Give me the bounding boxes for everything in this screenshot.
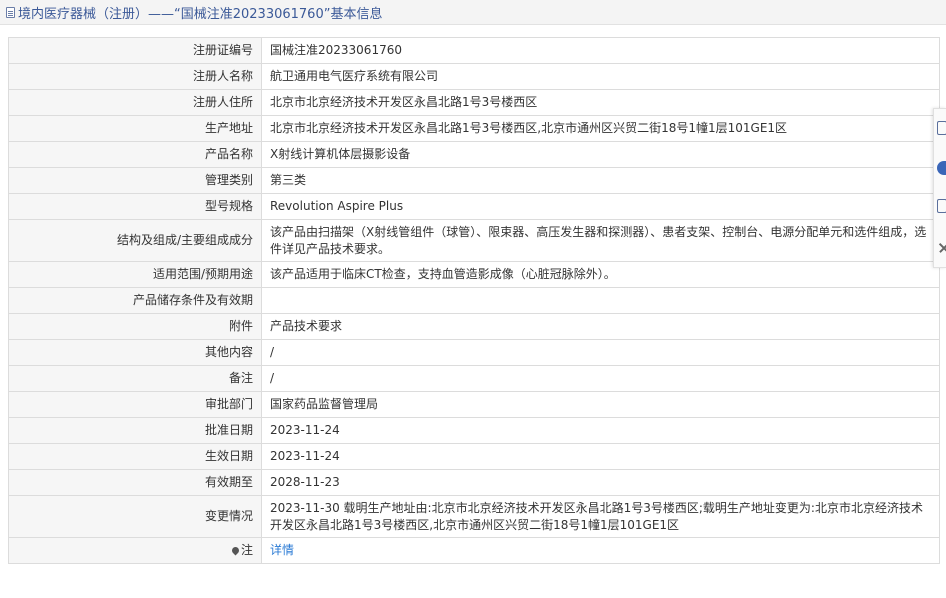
details-link[interactable]: 详情 xyxy=(270,543,294,557)
table-row: 附件 产品技术要求 xyxy=(8,313,940,340)
row-label: 生效日期 xyxy=(8,443,262,470)
row-label: 有效期至 xyxy=(8,469,262,496)
row-value: 产品技术要求 xyxy=(261,313,940,340)
row-value: / xyxy=(261,339,940,366)
info-table: 注册证编号 国械注准20233061760 注册人名称 航卫通用电气医疗系统有限… xyxy=(8,37,940,564)
note-label-cell: 注 xyxy=(8,537,262,564)
row-value: 2028-11-23 xyxy=(261,469,940,496)
row-value: 航卫通用电气医疗系统有限公司 xyxy=(261,63,940,90)
table-row: 备注 / xyxy=(8,365,940,392)
row-value: 北京市北京经济技术开发区永昌北路1号3号楼西区 xyxy=(261,89,940,116)
row-label: 产品储存条件及有效期 xyxy=(8,287,262,314)
table-row: 注 详情 xyxy=(8,537,940,564)
table-row: 产品储存条件及有效期 xyxy=(8,287,940,314)
pin-icon xyxy=(230,545,241,556)
page-title: 境内医疗器械（注册）——“国械注准20233061760”基本信息 xyxy=(18,6,383,22)
table-row: 生效日期 2023-11-24 xyxy=(8,443,940,470)
note-value-cell: 详情 xyxy=(261,537,940,564)
row-value: Revolution Aspire Plus xyxy=(261,193,940,220)
document-icon xyxy=(6,6,15,18)
row-value: / xyxy=(261,365,940,392)
row-label: 备注 xyxy=(8,365,262,392)
page-header: 境内医疗器械（注册）——“国械注准20233061760”基本信息 xyxy=(0,0,946,25)
side-toolbar xyxy=(933,108,946,268)
row-value: 国家药品监督管理局 xyxy=(261,391,940,418)
edit-icon[interactable] xyxy=(937,121,946,135)
note-label: 注 xyxy=(240,543,253,557)
row-label: 注册人住所 xyxy=(8,89,262,116)
table-row: 型号规格 Revolution Aspire Plus xyxy=(8,193,940,220)
table-row: 注册人住所 北京市北京经济技术开发区永昌北路1号3号楼西区 xyxy=(8,89,940,116)
row-label: 批准日期 xyxy=(8,417,262,444)
table-row: 批准日期 2023-11-24 xyxy=(8,417,940,444)
row-label: 适用范围/预期用途 xyxy=(8,261,262,288)
row-label: 附件 xyxy=(8,313,262,340)
row-label: 变更情况 xyxy=(8,495,262,538)
row-label: 型号规格 xyxy=(8,193,262,220)
row-label: 生产地址 xyxy=(8,115,262,142)
copy-icon[interactable] xyxy=(937,199,946,213)
row-label: 注册证编号 xyxy=(8,37,262,64)
row-value: 北京市北京经济技术开发区永昌北路1号3号楼西区,北京市通州区兴贸二街18号1幢1… xyxy=(261,115,940,142)
row-value: 2023-11-24 xyxy=(261,443,940,470)
table-row: 其他内容 / xyxy=(8,339,940,366)
table-row: 生产地址 北京市北京经济技术开发区永昌北路1号3号楼西区,北京市通州区兴贸二街1… xyxy=(8,115,940,142)
table-row: 注册人名称 航卫通用电气医疗系统有限公司 xyxy=(8,63,940,90)
row-value: 2023-11-24 xyxy=(261,417,940,444)
row-value: 国械注准20233061760 xyxy=(261,37,940,64)
row-label: 其他内容 xyxy=(8,339,262,366)
row-value: X射线计算机体层摄影设备 xyxy=(261,141,940,168)
table-row: 注册证编号 国械注准20233061760 xyxy=(8,37,940,64)
close-icon[interactable] xyxy=(937,241,946,255)
row-label: 注册人名称 xyxy=(8,63,262,90)
table-row: 产品名称 X射线计算机体层摄影设备 xyxy=(8,141,940,168)
table-row: 管理类别 第三类 xyxy=(8,167,940,194)
row-value: 2023-11-30 载明生产地址由:北京市北京经济技术开发区永昌北路1号3号楼… xyxy=(261,495,940,538)
row-label: 管理类别 xyxy=(8,167,262,194)
row-label: 结构及组成/主要组成成分 xyxy=(8,219,262,262)
help-icon[interactable] xyxy=(937,161,946,175)
table-row: 结构及组成/主要组成成分 该产品由扫描架（X射线管组件（球管）、限束器、高压发生… xyxy=(8,219,940,262)
table-row: 变更情况 2023-11-30 载明生产地址由:北京市北京经济技术开发区永昌北路… xyxy=(8,495,940,538)
table-row: 审批部门 国家药品监督管理局 xyxy=(8,391,940,418)
row-label: 审批部门 xyxy=(8,391,262,418)
row-value: 第三类 xyxy=(261,167,940,194)
table-row: 有效期至 2028-11-23 xyxy=(8,469,940,496)
table-row: 适用范围/预期用途 该产品适用于临床CT检查，支持血管造影成像（心脏冠脉除外）。 xyxy=(8,261,940,288)
row-label: 产品名称 xyxy=(8,141,262,168)
row-value xyxy=(261,287,940,314)
row-value: 该产品由扫描架（X射线管组件（球管）、限束器、高压发生器和探测器）、患者支架、控… xyxy=(261,219,940,262)
row-value: 该产品适用于临床CT检查，支持血管造影成像（心脏冠脉除外）。 xyxy=(261,261,940,288)
